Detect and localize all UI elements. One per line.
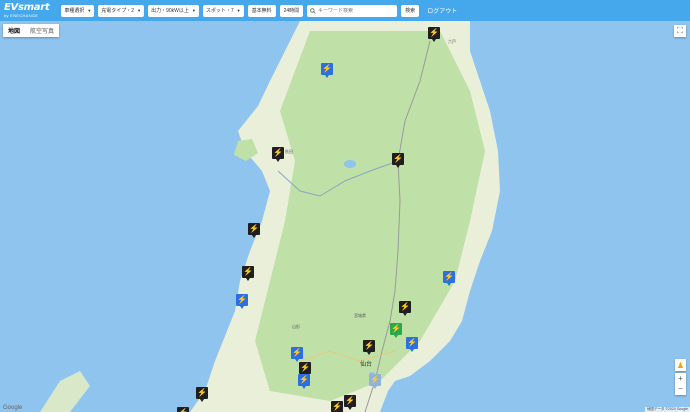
chevron-down-icon: ▼ (87, 8, 92, 13)
evsmart-logo[interactable]: EVsmart by ENECHANGE (4, 2, 50, 18)
charger-marker[interactable]: ⚡ (242, 266, 254, 281)
charger-marker[interactable]: ⚡ (321, 63, 333, 78)
lightning-icon: ⚡ (429, 28, 439, 37)
charger-marker[interactable]: ⚡ (248, 223, 260, 238)
lightning-icon: ⚡ (322, 64, 332, 73)
charger-marker[interactable]: ⚡ (298, 374, 310, 389)
chevron-down-icon: ▼ (191, 8, 196, 13)
lightning-icon: ⚡ (273, 148, 283, 157)
place-label: 秋田 (285, 149, 293, 154)
lightning-icon: ⚡ (391, 324, 401, 333)
lightning-icon: ⚡ (364, 341, 374, 350)
lightning-icon: ⚡ (332, 402, 342, 411)
charger-marker[interactable]: ⚡ (392, 153, 404, 168)
charger-marker[interactable]: ⚡ (443, 271, 455, 286)
map-background (0, 21, 690, 412)
lightning-icon: ⚡ (177, 407, 189, 412)
charger-marker[interactable]: ⚡ (331, 401, 343, 412)
spot-label: スポット・7 (205, 8, 234, 14)
map-type-toggle: 地図 航空写真 (3, 24, 60, 37)
lightning-icon: ⚡ (237, 295, 247, 304)
lightning-icon: ⚡ (249, 224, 259, 233)
search-input[interactable] (318, 7, 395, 14)
map-canvas[interactable]: 六戸 秋田 仙台 山形 宮城県 地図 航空写真 ⛶ ♟ + − ⚡ ⚡ ⚡ ⚡ … (0, 21, 690, 412)
lightning-icon: ⚡ (444, 272, 454, 281)
charger-marker[interactable]: ⚡ (291, 347, 303, 362)
pegman-icon: ♟ (676, 360, 685, 370)
search-box[interactable] (307, 4, 398, 17)
output-label: 出力・90kW以上 (151, 8, 189, 14)
lightning-icon: ⚡ (197, 388, 207, 397)
lightning-icon: ⚡ (300, 363, 310, 372)
chevron-down-icon: ▼ (137, 8, 142, 13)
logout-link[interactable]: ログアウト (427, 6, 457, 15)
fullscreen-button[interactable]: ⛶ (674, 25, 686, 37)
spot-dropdown[interactable]: スポット・7 ▼ (202, 4, 244, 17)
24h-button[interactable]: 24時間 (279, 4, 304, 17)
tab-satellite[interactable]: 航空写真 (25, 24, 59, 37)
output-dropdown[interactable]: 出力・90kW以上 ▼ (148, 4, 199, 17)
logo-sub: by ENECHANGE (4, 13, 39, 18)
charger-marker[interactable]: ⚡ (299, 362, 311, 377)
tab-map[interactable]: 地図 (3, 24, 25, 37)
lightning-icon: ⚡ (345, 396, 355, 405)
top-bar: EVsmart by ENECHANGE 車種選択 ▼ 充電タイプ・2 ▼ 出力・9… (0, 0, 690, 21)
lightning-icon: ⚡ (370, 375, 380, 384)
lightning-icon: ⚡ (299, 375, 309, 384)
place-label: 仙台 (360, 362, 373, 368)
place-label: 山形 (292, 324, 300, 329)
zoom-out-button[interactable]: − (678, 384, 683, 394)
vehicle-select-dropdown[interactable]: 車種選択 ▼ (61, 4, 95, 17)
basic-fee-button[interactable]: 基本無料 (247, 4, 276, 17)
vehicle-select-label: 車種選択 (64, 8, 85, 14)
place-label: 六戸 (448, 39, 456, 44)
zoom-in-button[interactable]: + (678, 374, 683, 384)
lightning-icon: ⚡ (243, 267, 253, 276)
street-view-button[interactable]: ♟ (675, 359, 686, 371)
map-attribution[interactable]: 地図データ ©2024 Google (644, 407, 690, 412)
charger-marker[interactable]: ⚡ (363, 340, 375, 355)
charger-marker[interactable]: ⚡ (344, 395, 356, 410)
charger-marker[interactable]: ⚡ (177, 407, 189, 412)
search-button[interactable]: 検索 (401, 4, 420, 17)
charger-marker[interactable]: ⚡ (399, 301, 411, 316)
logo-main: EVsmart (4, 2, 50, 13)
fullscreen-icon: ⛶ (677, 26, 683, 35)
lightning-icon: ⚡ (292, 348, 302, 357)
charger-marker[interactable]: ⚡ (236, 294, 248, 309)
lightning-icon: ⚡ (393, 154, 403, 163)
charger-marker[interactable]: ⚡ (196, 387, 208, 402)
chevron-down-icon: ▼ (236, 8, 241, 13)
google-logo: Google (3, 405, 23, 411)
search-icon (310, 7, 316, 14)
charger-marker[interactable]: ⚡ (428, 27, 440, 42)
lightning-icon: ⚡ (407, 338, 417, 347)
charger-marker[interactable]: ⚡ (390, 323, 402, 338)
charger-marker[interactable]: ⚡ (272, 147, 284, 162)
charge-type-label: 充電タイプ・2 (101, 8, 135, 14)
charge-type-dropdown[interactable]: 充電タイプ・2 ▼ (98, 4, 145, 17)
charger-marker[interactable]: ⚡ (369, 374, 381, 389)
place-label: 宮城県 (354, 313, 366, 318)
lightning-icon: ⚡ (400, 302, 410, 311)
charger-marker[interactable]: ⚡ (406, 337, 418, 352)
zoom-control: + − (675, 373, 686, 395)
